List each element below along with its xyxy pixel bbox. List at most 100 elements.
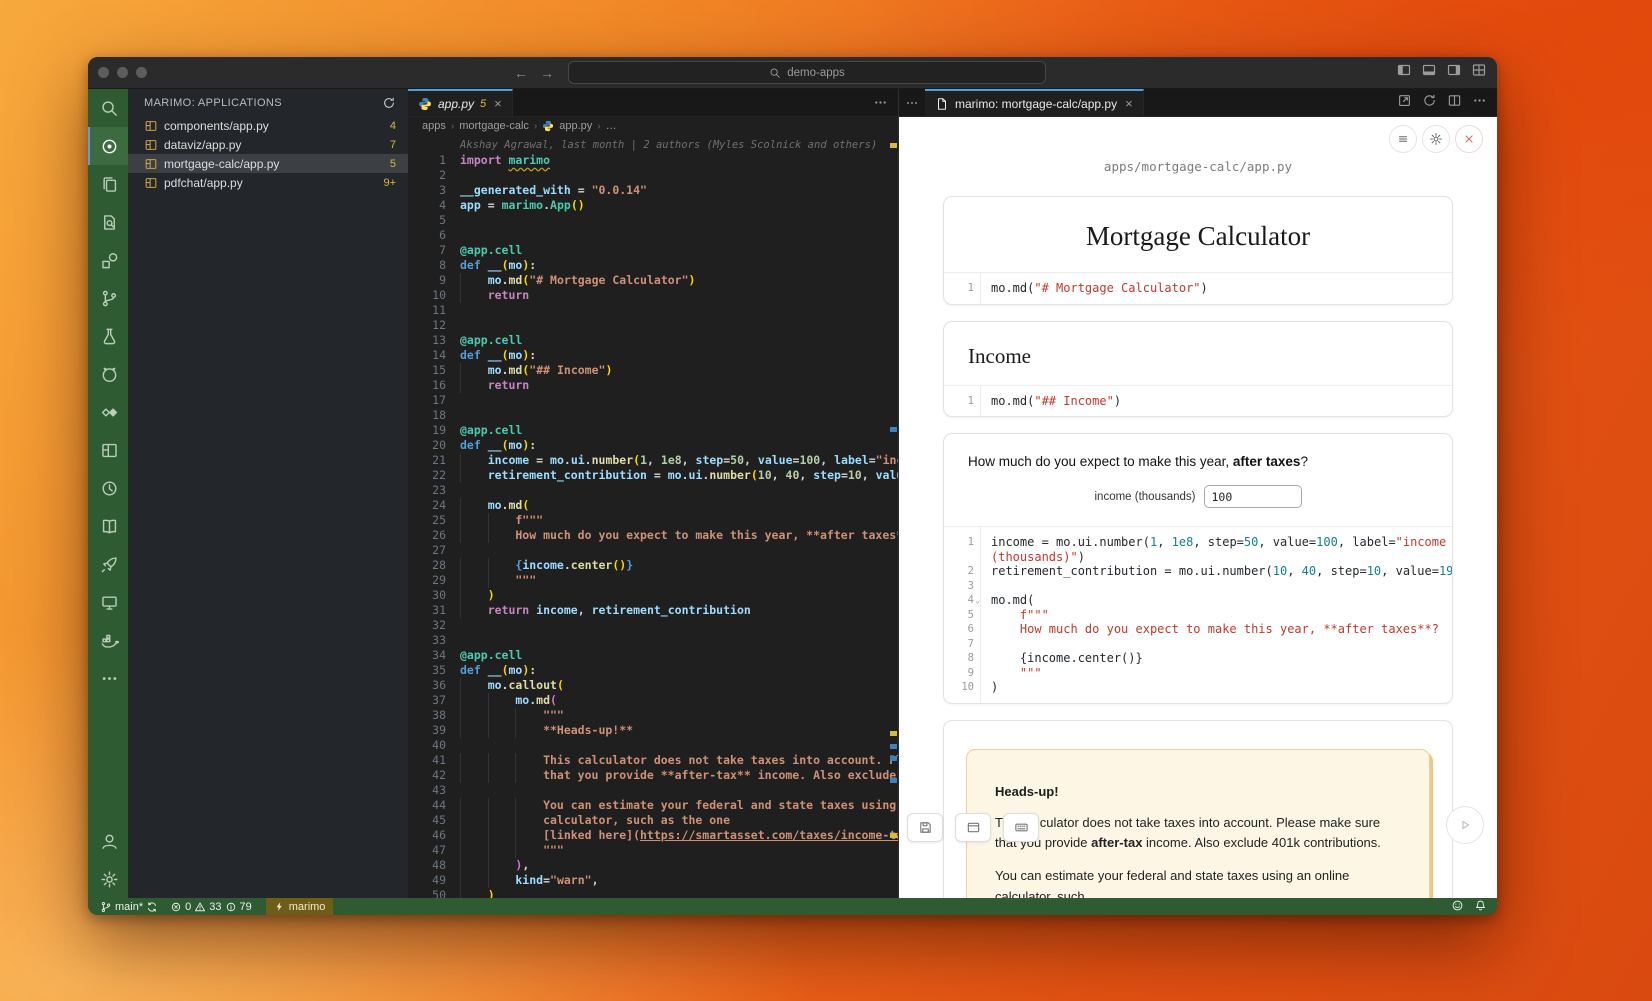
refresh-icon[interactable] [382,96,396,110]
marimo-app-list: components/app.py4dataviz/app.py7mortgag… [128,116,408,192]
notebook-icon [144,176,158,190]
git-branch-icon [100,901,112,913]
marimo-icon [100,137,119,156]
activity-item-docker[interactable] [88,621,128,659]
cell-code[interactable]: 1mo.md("## Income") [944,385,1452,417]
cell-code[interactable]: 1mo.md("# Mortgage Calculator") [944,272,1452,304]
diamonds-icon [100,403,119,422]
callout-title: Heads-up! [995,784,1401,799]
activity-item-doc-search[interactable] [88,203,128,241]
app-list-item[interactable]: mortgage-calc/app.py5 [128,154,408,173]
tab-app-py[interactable]: app.py 5 × [408,89,513,116]
marimo-extension-status[interactable]: marimo [266,898,334,915]
tab-overflow-icon[interactable] [899,89,925,116]
tab-label: app.py [438,97,474,111]
callout-paragraph: This calculator does not take taxes into… [995,813,1401,855]
activity-item-search[interactable] [88,89,128,127]
gear-button[interactable] [1422,125,1450,153]
activity-item-files[interactable] [88,165,128,203]
code-editor[interactable]: Akshay Agrawal, last month | 2 authors (… [408,135,898,898]
close-tab-icon[interactable]: × [1125,96,1133,111]
breadcrumb: apps›mortgage-calc›app.py›… [408,117,898,135]
close-x-button[interactable] [1455,125,1483,153]
smiley-button[interactable] [1451,899,1464,915]
menu-button[interactable] [1389,125,1417,153]
history-forward-button[interactable]: → [534,65,560,81]
line-number: 2 [408,168,460,183]
reload-button[interactable] [1422,93,1437,113]
code-line: 7@app.cell [408,243,898,258]
panel-bottom-toggle-button[interactable] [1421,62,1437,83]
activity-item-layout[interactable] [88,431,128,469]
app-list-item[interactable]: components/app.py4 [128,116,408,135]
app-list-item[interactable]: pdfchat/app.py9+ [128,173,408,192]
keyboard-button[interactable] [1003,813,1039,842]
app-list-item[interactable]: dataviz/app.py7 [128,135,408,154]
line-number: 31 [408,603,460,618]
line-number: 47 [408,843,460,858]
activity-item-more[interactable] [88,659,128,697]
problems-status[interactable]: 0 33 79 [166,898,256,915]
activity-item-diamonds[interactable] [88,393,128,431]
bell-button[interactable] [1474,899,1487,915]
activity-item-marimo[interactable] [88,127,128,165]
close-window-button[interactable] [98,67,109,78]
layout-grid-toggle-button[interactable] [1471,62,1487,83]
cell-code[interactable]: 1234⌄5678910income = mo.ui.number(1, 1e8… [944,526,1452,703]
history-icon [100,479,119,498]
line-number: 22 [408,468,460,483]
line-number: 5 [408,213,460,228]
ruler-mark [890,731,897,736]
more-button[interactable] [1472,93,1487,113]
code-line: 1import marimo [408,153,898,168]
code-line: 45calculator, such as the one [408,813,898,828]
activity-item-flask[interactable] [88,317,128,355]
activity-item-rocket[interactable] [88,545,128,583]
search-icon [100,99,119,118]
history-back-button[interactable]: ← [508,65,534,81]
activity-item-github[interactable] [88,355,128,393]
close-tab-icon[interactable]: × [494,96,502,111]
panel-left-toggle-button[interactable] [1396,62,1412,83]
activity-item-branch[interactable] [88,279,128,317]
activity-item-shapes[interactable] [88,241,128,279]
line-number: 28 [408,558,460,573]
activity-bar [88,89,128,898]
command-center-search[interactable]: demo-apps [568,61,1046,84]
tab-marimo-preview[interactable]: marimo: mortgage-calc/app.py × [925,89,1144,116]
code-line: 48), [408,858,898,873]
activity-item-account[interactable] [88,822,128,860]
code-line: 38""" [408,708,898,723]
code-line: 30) [408,588,898,603]
breadcrumb-item[interactable]: app.py [559,120,592,132]
code-line: 22retirement_contribution = mo.ui.number… [408,468,898,483]
income-number-input[interactable] [1204,485,1302,508]
marimo-preview-panel: apps/mortgage-calc/app.py Mortgage Calcu… [899,117,1497,898]
split-button[interactable] [1447,93,1462,113]
floppy-button[interactable] [907,813,943,842]
activity-item-book[interactable] [88,507,128,545]
minimize-window-button[interactable] [117,67,128,78]
breadcrumb-item[interactable]: apps [422,120,446,132]
overview-ruler[interactable] [888,135,898,898]
notebook-icon [144,138,158,152]
breadcrumb-item[interactable]: mortgage-calc [459,120,529,132]
git-branch-status[interactable]: main* [96,898,162,915]
panel-right-toggle-button[interactable] [1446,62,1462,83]
open-external-button[interactable] [1397,93,1412,113]
window-button[interactable] [955,813,991,842]
keyboard-icon [1014,820,1029,835]
preview-toolbar [1389,125,1483,153]
more-actions-icon[interactable] [873,95,888,110]
zoom-window-button[interactable] [136,67,147,78]
run-button[interactable] [1446,806,1484,844]
activity-item-monitor[interactable] [88,583,128,621]
breadcrumb-item[interactable]: … [606,120,617,132]
status-bar: main* 0 33 79 marimo [88,898,1497,915]
activity-item-history[interactable] [88,469,128,507]
line-number: 44 [408,798,460,813]
app-file-name: dataviz/app.py [164,138,384,152]
status-bar-right [1451,899,1487,915]
code-line: 25f""" [408,513,898,528]
activity-item-gear[interactable] [88,860,128,898]
